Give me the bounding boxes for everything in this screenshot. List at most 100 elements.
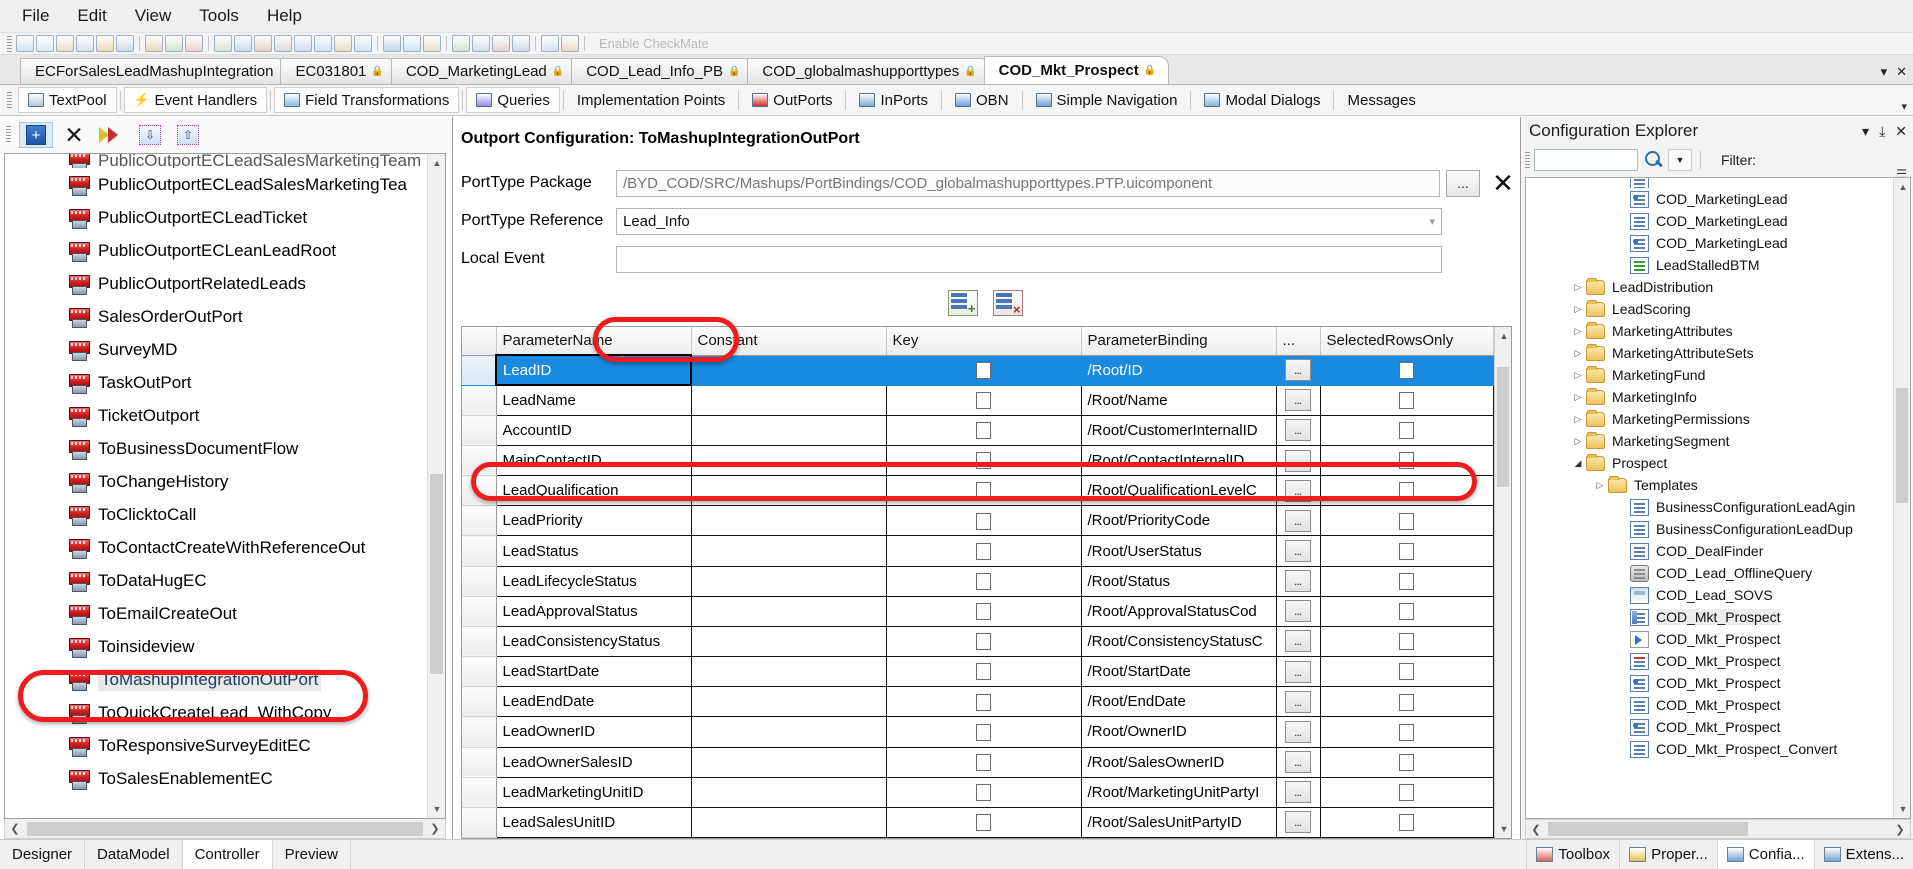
selectedrowsonly-checkbox[interactable] [1398,784,1414,802]
selectedrowsonly-checkbox[interactable] [1398,693,1414,711]
chevron-collapsed-icon[interactable]: ▷ [1570,392,1586,403]
cell-parametername[interactable]: MainContactID [496,445,692,477]
cell-constant[interactable] [691,716,887,748]
row-selector[interactable] [462,716,497,748]
cell-parameterbinding[interactable]: /Root/Status [1081,566,1277,597]
scroll-up-arrow-icon[interactable]: ▲ [428,154,445,172]
toolbar-icon-9[interactable] [185,35,203,52]
outports-tree[interactable]: PublicOutportECLeadSalesMarketingTeam Pub… [4,153,446,819]
bottom-panel-tab-confia[interactable]: Confia... [1716,840,1814,869]
cell-more[interactable]: ... [1276,656,1321,688]
toolbar-icon-1[interactable] [36,35,54,52]
tree-item[interactable]: PublicOutportECLeanLeadRoot [5,234,427,267]
cell-parametername[interactable]: LeadQualification [496,475,692,507]
cell-more[interactable]: ... [1276,596,1321,627]
cell-key[interactable] [886,747,1082,778]
chevron-down-icon[interactable]: ▾ [1429,215,1435,228]
table-row[interactable]: LeadOwnerSalesID/Root/SalesOwnerID... [462,747,1494,778]
cell-parameterbinding[interactable]: /Root/SalesOwnerID [1081,747,1277,778]
tree-item[interactable]: SurveyMD [5,333,427,366]
cell-parametername[interactable]: LeadStartDate [496,656,692,688]
cell-parameterbinding[interactable]: /Root/StartDate [1081,656,1277,688]
ce-tree-item[interactable]: BusinessConfigurationLeadDup [1526,518,1893,540]
table-row[interactable]: LeadQualification/Root/QualificationLeve… [462,475,1494,507]
row-selector[interactable] [462,415,497,446]
table-row[interactable]: LeadName/Root/Name... [462,385,1494,416]
menu-item-file[interactable]: File [8,2,63,30]
ce-tree-item[interactable]: ▷ MarketingAttributeSets [1526,342,1893,364]
delete-outport-button[interactable]: ✕ [57,122,91,148]
selectedrowsonly-checkbox[interactable] [1398,422,1414,440]
cell-more[interactable]: ... [1276,505,1321,537]
cell-key[interactable] [886,626,1082,658]
table-row[interactable]: LeadEndDate/Root/EndDate... [462,686,1494,718]
toolbar-icon-18[interactable] [354,35,372,52]
cell-selectedrowsonly[interactable] [1320,566,1494,597]
key-checkbox[interactable] [975,482,991,500]
document-tab-1[interactable]: EC031801 🔒 [280,58,397,84]
key-checkbox[interactable] [975,361,991,379]
cell-parametername[interactable]: LeadApprovalStatus [496,596,692,627]
tree-item[interactable]: ToContactCreateWithReferenceOut [5,531,427,564]
bottom-panel-tab-extens[interactable]: Extens... [1813,840,1913,869]
cell-more[interactable]: ... [1276,355,1321,386]
menu-item-edit[interactable]: Edit [63,2,120,30]
ce-scroll-left-icon[interactable]: ❮ [1526,823,1546,836]
cell-key[interactable] [886,566,1082,597]
view-tab-field-transformations[interactable]: Field Transformations [274,87,460,113]
configuration-explorer-scrollbar[interactable]: ▲ ▼ [1893,178,1910,818]
grid-scroll-up-icon[interactable]: ▲ [1495,327,1511,345]
cell-selectedrowsonly[interactable] [1320,505,1494,537]
ce-tree-item[interactable]: COD_Mkt_Prospect_Convert [1526,738,1893,760]
selectedrowsonly-checkbox[interactable] [1398,633,1414,651]
key-checkbox[interactable] [975,512,991,530]
cell-more[interactable]: ... [1276,686,1321,718]
cell-selectedrowsonly[interactable] [1320,807,1494,838]
view-tab-obn[interactable]: OBN [945,87,1019,113]
ce-tree-item[interactable]: COD_Mkt_Prospect [1526,694,1893,716]
close-panel-button[interactable]: ✕ [1895,123,1907,140]
key-checkbox[interactable] [975,723,991,741]
rename-outport-button[interactable] [95,122,129,148]
tree-item[interactable]: ToResponsiveSurveyEditEC [5,729,427,762]
chevron-collapsed-icon[interactable]: ▷ [1592,480,1608,491]
cell-parametername[interactable]: LeadConsistencyStatus [496,626,692,658]
toolbar-icon-24[interactable] [452,35,470,52]
table-row[interactable]: LeadLifecycleStatus/Root/Status... [462,566,1494,597]
cell-more[interactable]: ... [1276,626,1321,658]
cell-parameterbinding[interactable]: /Root/ApprovalStatusCod [1081,596,1277,627]
tree-item[interactable]: ToBusinessDocumentFlow [5,432,427,465]
row-selector[interactable] [462,596,497,627]
row-selector[interactable] [462,656,497,688]
configuration-explorer-tree[interactable]: COD_MarketingLead COD_MarketingLead COD_Ma… [1525,177,1911,819]
tree-item[interactable]: ToQuickCreateLead_WithCopy [5,696,427,729]
binding-browse-button[interactable]: ... [1284,389,1311,412]
key-checkbox[interactable] [975,452,991,470]
ce-tree-item[interactable]: ▷ MarketingSegment [1526,430,1893,452]
cell-constant[interactable] [691,415,887,446]
ce-tree-item[interactable] [1526,178,1893,188]
key-checkbox[interactable] [975,784,991,802]
ce-tree-item[interactable]: COD_DealFinder [1526,540,1893,562]
menu-item-tools[interactable]: Tools [185,2,253,30]
chevron-collapsed-icon[interactable]: ▷ [1570,326,1586,337]
bottom-tab-preview[interactable]: Preview [272,840,351,869]
cell-more[interactable]: ... [1276,807,1321,838]
view-tab-outports[interactable]: OutPorts [742,87,842,113]
parameter-table[interactable]: ParameterName Constant Key ParameterBind… [461,326,1512,839]
tree-item[interactable]: Toinsideview [5,630,427,663]
tree-item[interactable]: PublicOutportECLeadSalesMarketingTeam [5,154,427,168]
ce-tree-item[interactable]: COD_MarketingLead [1526,232,1893,254]
tree-item[interactable]: SalesOrderOutPort [5,300,427,333]
ce-scroll-thumb[interactable] [1896,388,1908,503]
toolbar-icon-7[interactable] [145,35,163,52]
move-up-button[interactable]: ⇧ [171,122,205,148]
outports-tree-vertical-scrollbar[interactable]: ▲ ▼ [427,154,445,818]
binding-browse-button[interactable]: ... [1284,690,1311,713]
ce-tree-item[interactable]: ▷ LeadScoring [1526,298,1893,320]
porttype-reference-combobox[interactable]: Lead_Info ▾ [616,207,1442,235]
cell-parameterbinding[interactable]: /Root/ID [1081,355,1277,386]
ce-tree-item[interactable]: COD_MarketingLead [1526,188,1893,210]
ce-tree-item[interactable]: COD_Mkt_Prospect [1526,716,1893,738]
cell-constant[interactable] [691,747,887,778]
